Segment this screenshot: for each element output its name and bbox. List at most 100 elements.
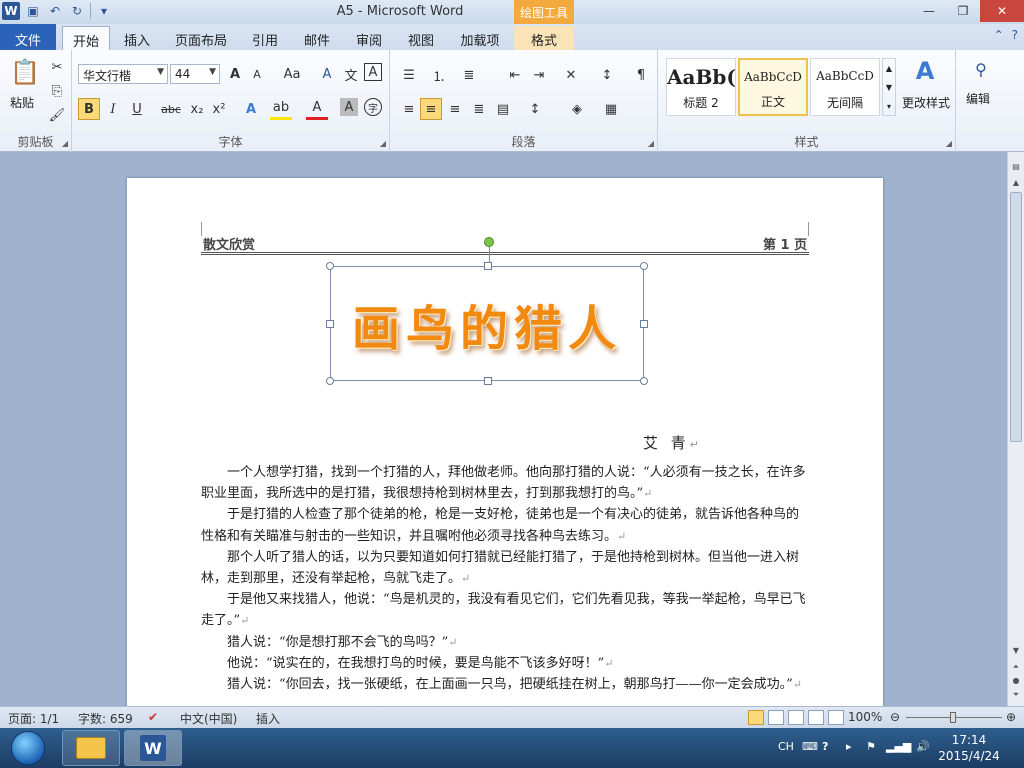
change-styles-icon[interactable]: A	[910, 56, 940, 86]
paste-icon[interactable]: 📋	[10, 56, 40, 88]
clock[interactable]: 17:14 2015/4/24	[936, 732, 1002, 764]
resize-handle[interactable]	[484, 377, 492, 385]
start-button[interactable]	[4, 728, 52, 768]
resize-handle[interactable]	[640, 377, 648, 385]
print-layout-icon[interactable]	[748, 710, 764, 725]
help-icon[interactable]: ?	[822, 740, 828, 753]
tab-addins[interactable]: 加载项	[452, 26, 508, 50]
document-page[interactable]: 散文欣赏 第 1 页 画鸟的猎人 艾 青↵ 一个人想学打猎，找到一个打猎的人，拜…	[127, 178, 883, 706]
language-indicator[interactable]: 中文(中国)	[180, 710, 237, 727]
rotation-handle[interactable]	[484, 237, 494, 247]
zoom-out-icon[interactable]: ⊖	[890, 710, 900, 724]
sort-icon[interactable]: ↕	[596, 64, 618, 86]
tab-format[interactable]: 格式	[514, 26, 574, 50]
borders-icon[interactable]: ▦	[600, 98, 622, 120]
show-marks-icon[interactable]: ¶	[630, 64, 652, 86]
phonetic-guide-icon[interactable]: 文	[340, 63, 362, 85]
ime-indicator[interactable]: CH	[778, 740, 794, 753]
document-workspace[interactable]: 散文欣赏 第 1 页 画鸟的猎人 艾 青↵ 一个人想学打猎，找到一个打猎的人，拜…	[0, 152, 1007, 706]
insert-mode[interactable]: 插入	[256, 710, 280, 727]
zoom-level[interactable]: 100%	[848, 710, 882, 724]
web-layout-icon[interactable]	[788, 710, 804, 725]
highlight-button[interactable]: ab	[270, 98, 292, 120]
ruler-toggle-icon[interactable]: ▤	[1010, 162, 1022, 174]
page-count[interactable]: 页面: 1/1	[8, 710, 59, 727]
font-size-combo[interactable]: 44 ▼	[170, 64, 220, 84]
editing-button[interactable]: 编辑	[966, 90, 990, 107]
draft-view-icon[interactable]	[828, 710, 844, 725]
numbering-icon[interactable]: ⒈	[428, 64, 450, 86]
paragraph-launcher-icon[interactable]: ◢	[648, 139, 654, 148]
flag-icon[interactable]: ⚑	[866, 740, 876, 753]
superscript-button[interactable]: x²	[208, 98, 230, 120]
scroll-up-icon[interactable]: ▲	[1010, 178, 1022, 190]
resize-handle[interactable]	[640, 262, 648, 270]
style-no-spacing[interactable]: AaBbCcD 无间隔	[810, 58, 880, 116]
distributed-icon[interactable]: ▤	[492, 98, 514, 120]
copy-icon[interactable]: ⎘	[46, 80, 68, 102]
proofing-icon[interactable]: ✔	[148, 710, 158, 724]
tab-file[interactable]: 文件	[0, 24, 56, 50]
underline-button[interactable]: U	[126, 98, 148, 120]
full-screen-reading-icon[interactable]	[768, 710, 784, 725]
explorer-taskbar-button[interactable]	[62, 730, 120, 766]
format-painter-icon[interactable]: 🖌	[46, 104, 68, 126]
minimize-ribbon-icon[interactable]: ⌃	[994, 28, 1004, 42]
resize-handle[interactable]	[326, 262, 334, 270]
keyboard-icon[interactable]: ⌨	[802, 740, 818, 753]
style-heading2[interactable]: AaBb( 标题 2	[666, 58, 736, 116]
vertical-scrollbar[interactable]: ▤ ▲ ▼ ⏶ ● ⏷	[1007, 152, 1024, 706]
align-center-icon[interactable]: ≡	[420, 98, 442, 120]
network-icon[interactable]: ▂▄▆	[886, 740, 911, 753]
text-effects-icon[interactable]: A	[240, 98, 262, 120]
grow-font-icon[interactable]: A	[224, 63, 246, 85]
increase-indent-icon[interactable]: ⇥	[528, 64, 550, 86]
italic-button[interactable]: I	[102, 98, 124, 120]
change-case-icon[interactable]: Aa	[278, 63, 306, 85]
asian-layout-icon[interactable]: ✕	[560, 64, 582, 86]
help-icon[interactable]: ?	[1012, 28, 1018, 42]
volume-icon[interactable]: 🔊	[916, 740, 930, 753]
tab-review[interactable]: 审阅	[346, 26, 392, 50]
char-border-icon[interactable]: A	[364, 63, 382, 81]
line-spacing-icon[interactable]: ↕	[524, 98, 546, 120]
prev-page-icon[interactable]: ⏶	[1010, 662, 1022, 674]
tab-insert[interactable]: 插入	[114, 26, 160, 50]
styles-scroll[interactable]: ▲ ▼ ▾	[882, 58, 896, 116]
minimize-button[interactable]: —	[912, 0, 946, 22]
change-styles-button[interactable]: 更改样式	[902, 94, 950, 111]
font-color-button[interactable]: A	[306, 98, 328, 120]
justify-icon[interactable]: ≣	[468, 98, 490, 120]
enclose-char-button[interactable]: 字	[364, 98, 382, 116]
clear-format-icon[interactable]: A	[316, 63, 338, 85]
next-page-icon[interactable]: ⏷	[1010, 690, 1022, 702]
tab-mailings[interactable]: 邮件	[294, 26, 340, 50]
zoom-in-icon[interactable]: ⊕	[1006, 710, 1016, 724]
tray-expand-icon[interactable]: ▸	[846, 740, 852, 753]
align-right-icon[interactable]: ≡	[444, 98, 466, 120]
close-button[interactable]: ✕	[980, 0, 1024, 22]
decrease-indent-icon[interactable]: ⇤	[504, 64, 526, 86]
resize-handle[interactable]	[326, 377, 334, 385]
zoom-slider-thumb[interactable]	[950, 712, 956, 723]
paste-button[interactable]: 粘贴	[10, 94, 34, 111]
style-normal[interactable]: AaBbCcD 正文	[738, 58, 808, 116]
tab-references[interactable]: 引用	[242, 26, 288, 50]
scroll-thumb[interactable]	[1010, 192, 1022, 442]
strikethrough-button[interactable]: abc	[158, 98, 184, 120]
font-name-combo[interactable]: 华文行楷 ▼	[78, 64, 168, 84]
bold-button[interactable]: B	[78, 98, 100, 120]
binoculars-icon[interactable]: ⚲	[968, 56, 994, 82]
wordart-box[interactable]: 画鸟的猎人	[326, 237, 648, 385]
word-taskbar-button[interactable]: W	[124, 730, 182, 766]
tab-home[interactable]: 开始	[62, 26, 110, 50]
clipboard-launcher-icon[interactable]: ◢	[62, 139, 68, 148]
font-launcher-icon[interactable]: ◢	[380, 139, 386, 148]
align-left-icon[interactable]: ≡	[398, 98, 420, 120]
bullets-icon[interactable]: ☰	[398, 64, 420, 86]
shrink-font-icon[interactable]: A	[246, 63, 268, 85]
word-count[interactable]: 字数: 659	[78, 710, 133, 727]
styles-launcher-icon[interactable]: ◢	[946, 139, 952, 148]
shading-icon[interactable]: ◈	[566, 98, 588, 120]
char-shading-button[interactable]: A	[340, 98, 358, 116]
